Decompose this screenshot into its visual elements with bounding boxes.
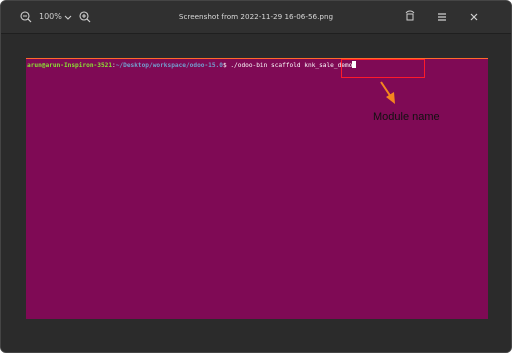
annotation-label: Module name — [373, 111, 440, 123]
prompt-user-host: arun@arun-Inspiron-3521 — [27, 62, 113, 69]
hamburger-menu-icon[interactable] — [435, 10, 449, 24]
arrow-icon — [380, 81, 395, 104]
zoom-in-icon[interactable] — [78, 10, 92, 24]
image-viewer-window: 100% Screenshot from 2022-11-29 16-06-56… — [0, 0, 512, 353]
window-title: Screenshot from 2022-11-29 16-06-56.png — [178, 12, 334, 21]
chevron-down-icon[interactable] — [61, 10, 75, 24]
zoom-level[interactable]: 100% — [39, 10, 62, 24]
terminal-command-line: arun@arun-Inspiron-3521:~/Desktop/worksp… — [27, 61, 357, 70]
module-name-highlight — [341, 59, 425, 78]
prompt-path: ~/Desktop/workspace/odoo-15.0 — [115, 62, 223, 69]
zoom-out-icon[interactable] — [19, 10, 33, 24]
close-icon[interactable] — [467, 10, 481, 24]
title-bar: 100% Screenshot from 2022-11-29 16-06-56… — [1, 1, 511, 34]
rotate-icon[interactable] — [403, 10, 417, 24]
image-canvas[interactable]: arun@arun-Inspiron-3521:~/Desktop/worksp… — [1, 34, 511, 352]
terminal-screenshot: arun@arun-Inspiron-3521:~/Desktop/worksp… — [26, 58, 488, 319]
terminal-command: ./odoo-bin scaffold knk_sale_demo — [230, 62, 353, 69]
